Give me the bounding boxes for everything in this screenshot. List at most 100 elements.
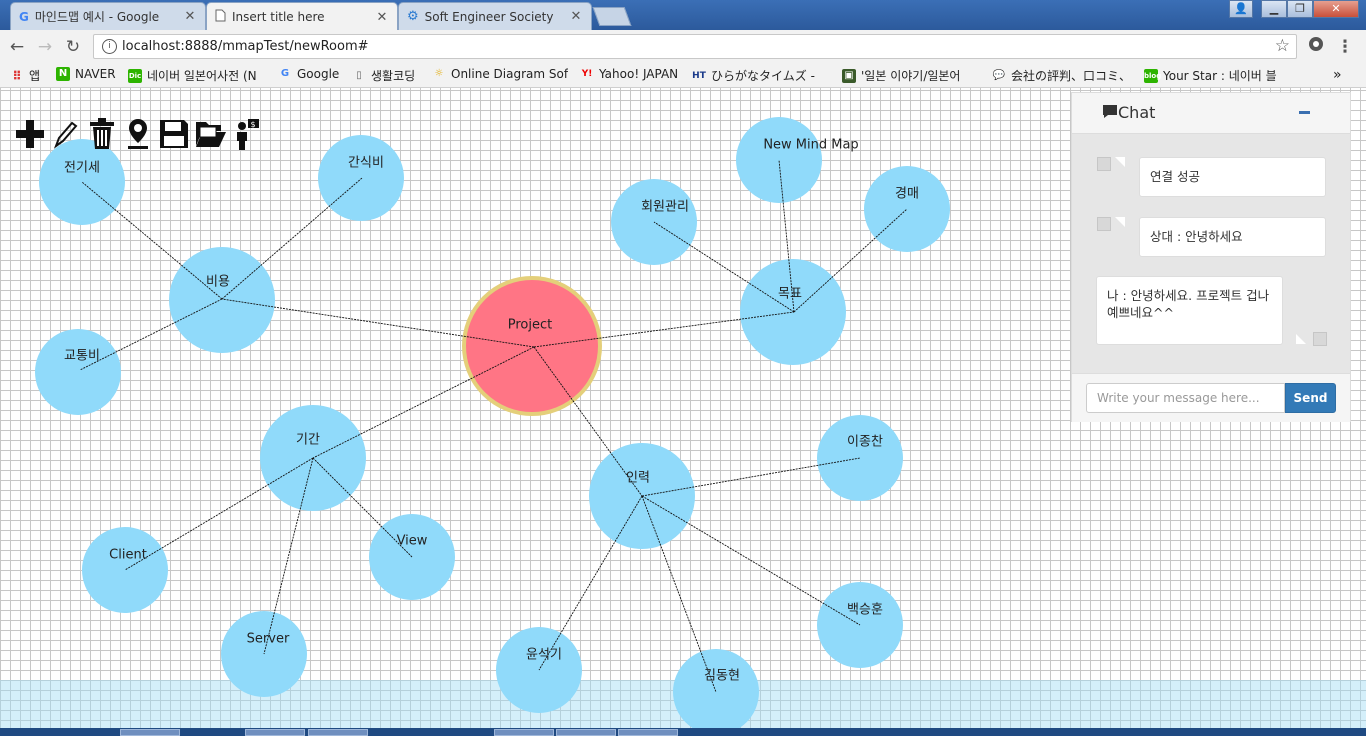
mindmap-toolbar: $	[14, 116, 262, 152]
forward-button[interactable]: →	[34, 36, 56, 58]
trash-icon[interactable]	[86, 116, 118, 152]
node-label-server: Server	[247, 632, 290, 647]
bookmark-life-coding[interactable]: ▯ 생활코딩	[352, 67, 424, 84]
chat-message-own: 나 : 안녕하세요. 프로젝트 겁나 예쁘네요^^	[1096, 276, 1283, 345]
tab-soft-engineer[interactable]: ⚙ Soft Engineer Society ✕	[398, 2, 592, 30]
bookmark-online-diagram[interactable]: ☼ Online Diagram Softv	[432, 67, 568, 81]
folder-open-icon[interactable]	[194, 116, 226, 152]
edge-cost-snack	[221, 177, 363, 300]
window-close-button[interactable]: ✕	[1313, 0, 1359, 18]
send-button[interactable]: Send	[1285, 383, 1336, 413]
taskbar-item[interactable]	[245, 729, 305, 736]
google-icon: G	[280, 68, 290, 79]
info-icon[interactable]: i	[102, 39, 117, 54]
avatar	[1313, 332, 1327, 346]
bubble-tail-icon	[1296, 334, 1306, 344]
page-icon: ▯	[356, 69, 362, 81]
chat-footer: Send	[1072, 373, 1350, 422]
bookmark-yahoo-japan[interactable]: Y! Yahoo! JAPAN	[580, 67, 684, 81]
chat-panel: Chat 연결 성공 상대 : 안녕하세요 나 : 안녕하세요. 프로젝트 겁나…	[1071, 92, 1351, 422]
google-icon: G	[19, 9, 29, 24]
avatar	[1097, 217, 1111, 231]
tab-title: Insert title here	[232, 10, 325, 24]
node-label-cost: 비용	[206, 275, 230, 290]
close-icon[interactable]: ✕	[183, 9, 197, 24]
bulb-icon: ☼	[434, 68, 444, 79]
taskbar-item[interactable]	[120, 729, 180, 736]
bubble-tail-icon	[1115, 217, 1125, 227]
tab-title: Soft Engineer Society	[424, 9, 554, 24]
node-label-lee: 이종찬	[847, 435, 883, 450]
new-tab-button[interactable]	[592, 7, 632, 26]
apps-icon: ⠿	[12, 68, 22, 83]
bookmark-naver-dict[interactable]: Dic 네이버 일본어사전 (N	[128, 67, 266, 84]
browser-toolbar: ← → ↻ i localhost:8888/mmapTest/newRoom#…	[0, 30, 1366, 63]
menu-icon[interactable]: ⋮	[1334, 36, 1356, 58]
person-money-icon[interactable]: $	[230, 116, 262, 152]
node-cost[interactable]	[169, 247, 275, 353]
taskbar-item[interactable]	[308, 729, 368, 736]
chat-bubble-icon	[1102, 104, 1118, 122]
node-label-period: 기간	[296, 433, 320, 448]
bookmark-hiragana-times[interactable]: HT ひらがなタイムズ -	[692, 67, 830, 84]
edge-cost-electric	[81, 181, 223, 300]
chat-message: 연결 성공	[1139, 157, 1326, 197]
node-label-transport: 교통비	[64, 349, 100, 364]
bookmark-star-icon[interactable]: ☆	[1275, 36, 1290, 56]
ht-icon: HT	[692, 70, 706, 81]
node-label-people: 인력	[626, 471, 650, 486]
location-icon[interactable]	[122, 116, 154, 152]
maximize-button[interactable]: ❐	[1287, 0, 1313, 18]
tab-title: 마인드맵 예시 - Google	[34, 10, 160, 24]
taskbar-item[interactable]	[618, 729, 678, 736]
close-icon[interactable]: ✕	[375, 10, 389, 25]
node-label-baek: 백승훈	[847, 603, 883, 618]
bookmarks-bar: ⠿ 앱 N NAVER Dic 네이버 일본어사전 (N G Google ▯ 생활코딩 …	[0, 63, 1366, 88]
minimize-chat-button[interactable]	[1299, 111, 1310, 114]
chat-messages: 연결 성공 상대 : 안녕하세요 나 : 안녕하세요. 프로젝트 겁나 예쁘네요…	[1072, 134, 1350, 373]
tab-mindmap-example[interactable]: G 마인드맵 예시 - Google ✕	[10, 2, 206, 30]
extension-icon[interactable]	[1305, 36, 1327, 58]
node-snack[interactable]	[318, 135, 404, 221]
blog-icon: ▣	[842, 68, 856, 83]
chat-message-input[interactable]	[1086, 383, 1285, 413]
reload-button[interactable]: ↻	[62, 36, 84, 58]
central-node[interactable]	[462, 276, 602, 416]
bookmark-company-reviews[interactable]: 💬 会社の評判、口コミ、	[992, 67, 1132, 84]
node-label-kim: 김동현	[704, 669, 740, 684]
blog-icon: blog	[1144, 68, 1161, 83]
taskbar-item[interactable]	[494, 729, 554, 736]
yahoo-icon: Y!	[581, 69, 593, 79]
profile-icon[interactable]: 👤	[1229, 0, 1253, 18]
url-text: localhost:8888/mmapTest/newRoom#	[122, 39, 369, 54]
bookmark-google[interactable]: G Google	[278, 67, 344, 81]
back-button[interactable]: ←	[6, 36, 28, 58]
node-transport[interactable]	[35, 329, 121, 415]
bookmark-japan-story[interactable]: ▣ '일본 이야기/일본어	[842, 67, 982, 84]
pencil-icon[interactable]	[50, 116, 82, 152]
chat-bubbles-icon: 💬	[992, 69, 1006, 81]
taskbar-item[interactable]	[556, 729, 616, 736]
bookmark-your-star[interactable]: blog Your Star : 네이버 블	[1144, 67, 1280, 84]
node-label-view: View	[397, 534, 428, 549]
taskbar	[0, 728, 1366, 736]
bookmark-apps[interactable]: ⠿ 앱	[10, 67, 50, 84]
node-label-client: Client	[109, 548, 147, 563]
bookmark-naver[interactable]: N NAVER	[56, 67, 122, 81]
add-icon[interactable]	[14, 116, 46, 152]
address-bar[interactable]: i localhost:8888/mmapTest/newRoom# ☆	[93, 34, 1297, 59]
mindmap-canvas[interactable]: Project 비용 전기세 간식비 교통비 기간 Client Server View 목표 회원…	[0, 88, 1366, 736]
avatar	[1097, 157, 1111, 171]
save-icon[interactable]	[158, 116, 190, 152]
bookmarks-overflow-button[interactable]: »	[1333, 67, 1342, 83]
edge-goal-auction	[793, 208, 908, 313]
node-label-goal: 목표	[778, 287, 802, 302]
node-label-newmap: New Mind Map	[763, 138, 858, 153]
bubble-tail-icon	[1115, 157, 1125, 167]
node-label-member: 회원관리	[641, 200, 689, 215]
close-icon[interactable]: ✕	[569, 9, 583, 24]
tab-insert-title[interactable]: Insert title here ✕	[206, 2, 398, 31]
minimize-button[interactable]: ▁	[1261, 0, 1287, 18]
page-icon	[215, 9, 226, 25]
dict-icon: Dic	[128, 68, 142, 83]
